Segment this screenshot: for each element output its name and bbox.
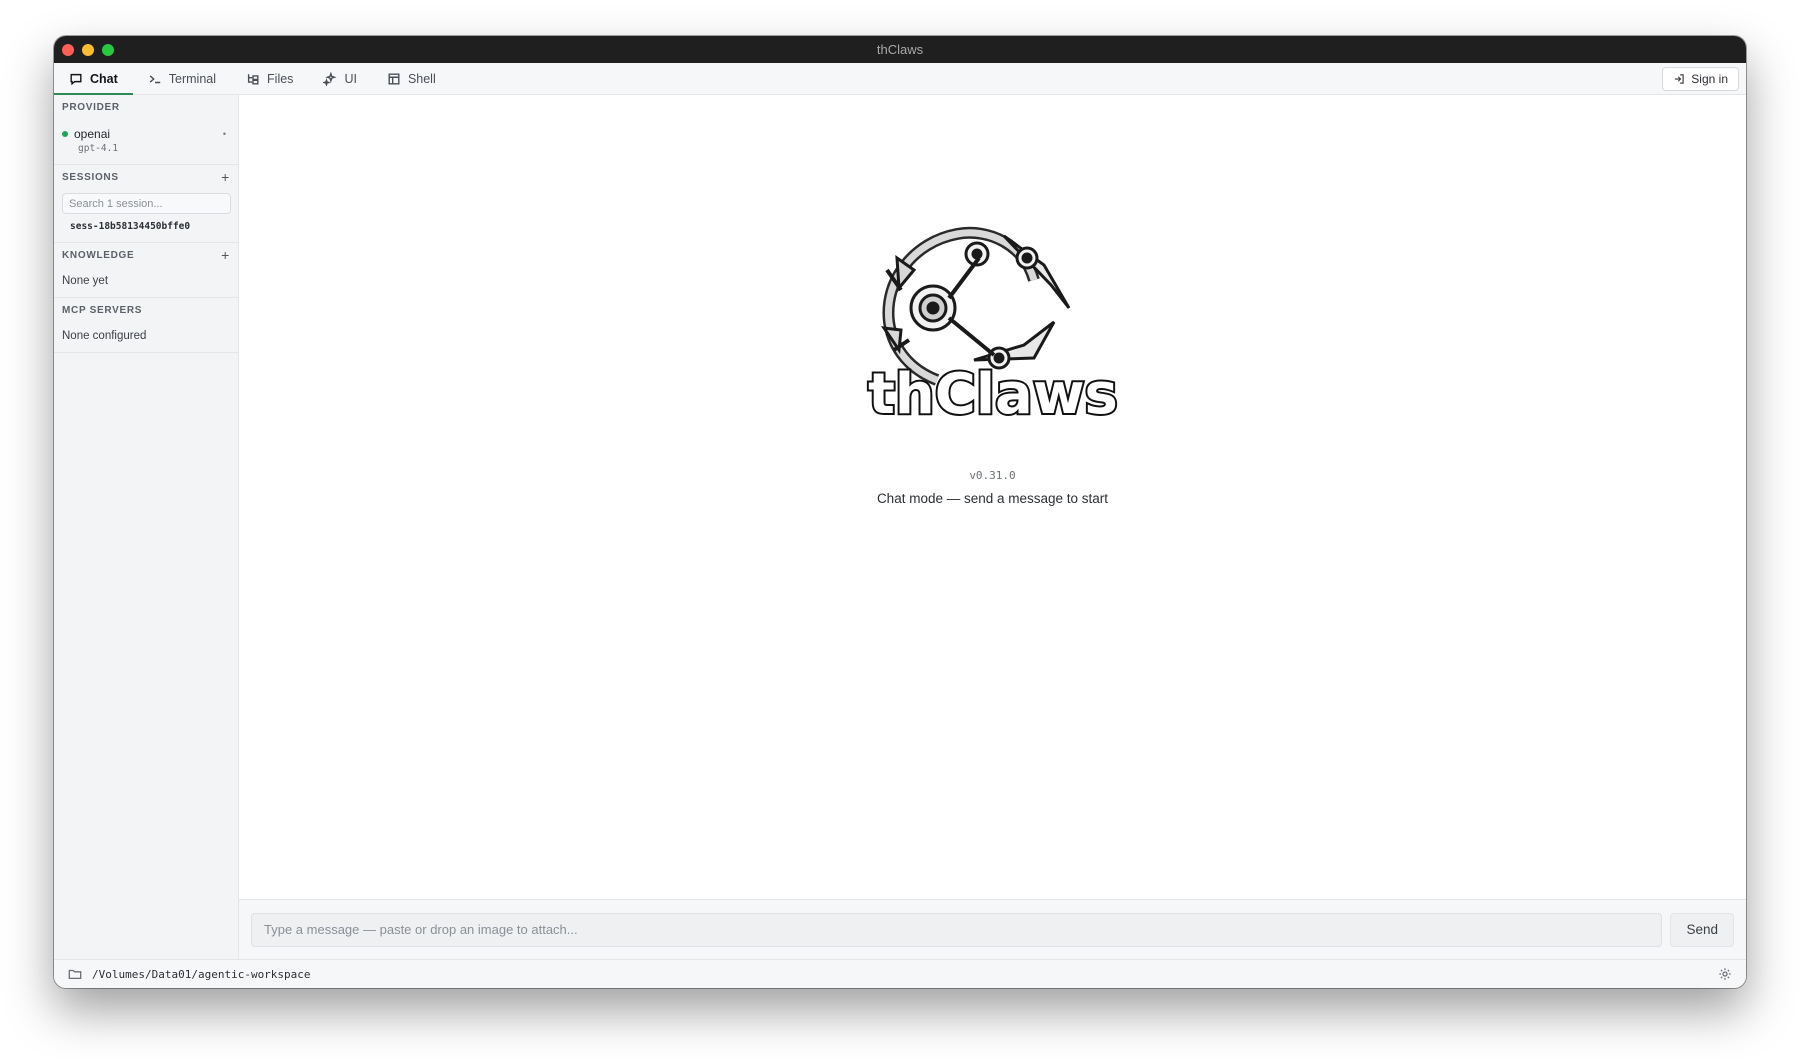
message-composer: Send <box>239 899 1746 959</box>
mcp-empty-text: None configured <box>54 322 238 353</box>
sessions-heading-label: SESSIONS <box>62 171 119 183</box>
tab-shell[interactable]: Shell <box>372 63 451 94</box>
workspace-path: /Volumes/Data01/agentic-workspace <box>92 967 311 981</box>
provider-name: openai <box>74 127 111 141</box>
tab-chat[interactable]: Chat <box>54 63 133 95</box>
app-window: thClaws Chat Terminal Files UI Shell Sig… <box>54 36 1746 988</box>
window-icon <box>388 72 400 85</box>
folder-icon[interactable] <box>68 967 82 981</box>
knowledge-heading-label: KNOWLEDGE <box>62 249 135 261</box>
mcp-heading-label: MCP SERVERS <box>62 304 143 316</box>
file-tree-icon <box>247 73 259 85</box>
window-controls <box>62 44 114 56</box>
terminal-icon <box>149 74 161 83</box>
chevron-down-icon[interactable]: • <box>223 129 226 139</box>
sidebar: PROVIDER openai gpt-4.1 • SESSIONS + ses… <box>54 95 239 959</box>
title-bar: thClaws <box>54 36 1746 63</box>
provider-status-dot <box>62 131 68 137</box>
chat-main: thClaws v0.31.0 Chat mode — send a messa… <box>239 95 1746 959</box>
brand-wordmark-wrap: thClaws <box>239 357 1746 432</box>
send-button[interactable]: Send <box>1670 912 1734 947</box>
add-knowledge-button[interactable]: + <box>221 247 230 263</box>
sparkle-icon <box>323 71 338 86</box>
session-item[interactable]: sess-18b58134450bffe0 <box>54 214 238 243</box>
status-bar: /Volumes/Data01/agentic-workspace <box>54 959 1746 988</box>
message-input[interactable] <box>251 912 1663 947</box>
tab-ui-label: UI <box>344 71 357 86</box>
sign-in-button[interactable]: Sign in <box>1662 67 1739 91</box>
mcp-servers-heading: MCP SERVERS <box>54 298 238 322</box>
zoom-window-button[interactable] <box>102 44 114 56</box>
tab-terminal[interactable]: Terminal <box>133 63 231 94</box>
gear-icon[interactable] <box>1718 967 1732 981</box>
knowledge-empty-text: None yet <box>54 267 238 298</box>
sign-in-label: Sign in <box>1691 72 1728 86</box>
minimize-window-button[interactable] <box>82 44 94 56</box>
tab-chat-label: Chat <box>90 71 118 86</box>
tab-shell-label: Shell <box>407 71 436 86</box>
provider-selector[interactable]: openai gpt-4.1 • <box>54 119 238 165</box>
welcome-hero: thClaws v0.31.0 Chat mode — send a messa… <box>239 95 1746 899</box>
tab-bar: Chat Terminal Files UI Shell Sign in <box>54 63 1746 95</box>
brand-wordmark-text: thClaws <box>868 362 1118 427</box>
window-title: thClaws <box>876 42 924 57</box>
content-area: PROVIDER openai gpt-4.1 • SESSIONS + ses… <box>54 95 1746 959</box>
provider-heading: PROVIDER <box>54 95 238 119</box>
tab-files[interactable]: Files <box>231 63 308 94</box>
add-session-button[interactable]: + <box>221 169 230 185</box>
close-window-button[interactable] <box>62 44 74 56</box>
app-version: v0.31.0 <box>969 469 1016 482</box>
chat-mode-hint: Chat mode — send a message to start <box>876 491 1109 506</box>
sign-in-icon <box>1675 74 1685 84</box>
provider-heading-label: PROVIDER <box>62 101 120 113</box>
tab-files-label: Files <box>267 71 294 86</box>
tab-ui[interactable]: UI <box>308 63 372 94</box>
chat-bubble-icon <box>70 73 82 85</box>
tab-terminal-label: Terminal <box>168 71 217 86</box>
provider-model: gpt-4.1 <box>78 143 119 154</box>
knowledge-heading: KNOWLEDGE + <box>54 243 238 267</box>
session-search-input[interactable] <box>62 193 231 214</box>
sessions-heading: SESSIONS + <box>54 165 238 189</box>
brand-wordmark: thClaws <box>866 360 1120 429</box>
